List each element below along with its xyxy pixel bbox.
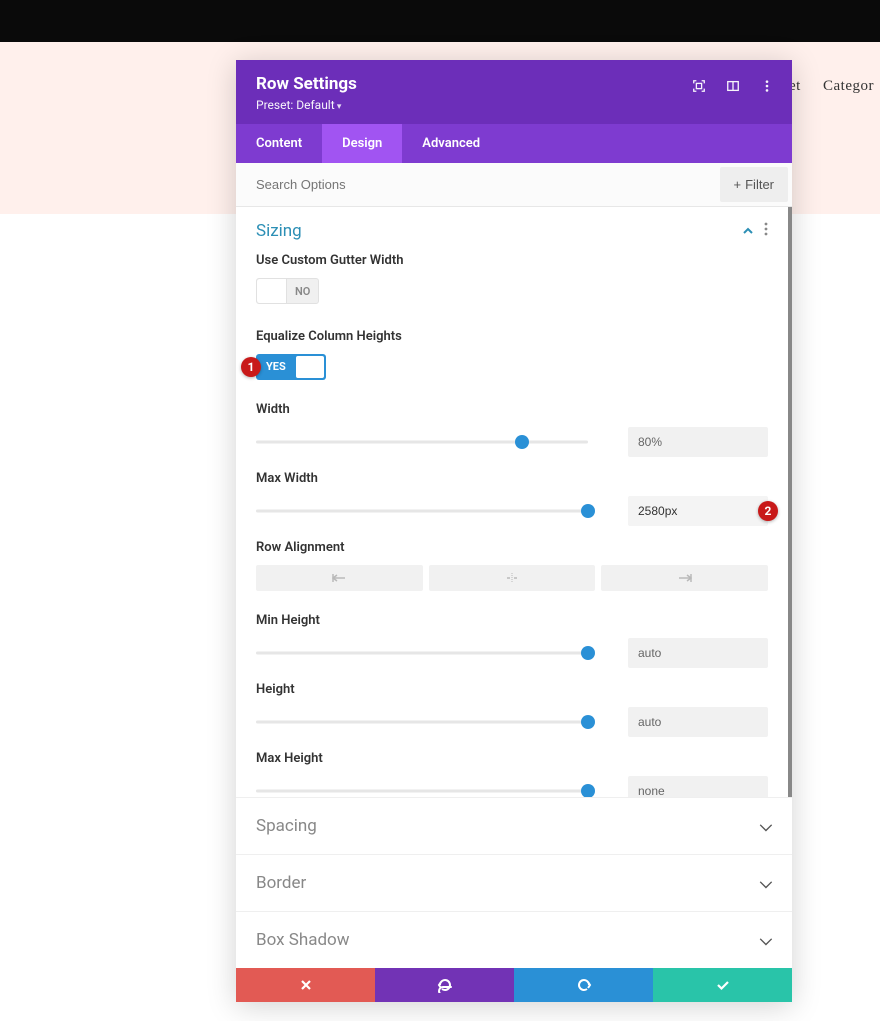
slider-thumb[interactable] [581, 715, 595, 729]
annotation-badge-2: 2 [758, 501, 778, 521]
height-slider[interactable] [256, 712, 588, 732]
equalize-toggle[interactable]: YES [256, 354, 326, 380]
annotation-badge-1: 1 [241, 357, 261, 377]
redo-button[interactable] [514, 968, 653, 1002]
search-input[interactable] [236, 163, 716, 206]
align-left-button[interactable] [256, 565, 423, 591]
check-icon [715, 977, 731, 993]
row-settings-modal: Row Settings Preset: Default Content Des… [236, 60, 792, 1002]
expand-icon[interactable] [692, 78, 706, 92]
maxheight-label: Max Height [256, 751, 768, 766]
section-boxshadow[interactable]: Box Shadow [236, 911, 792, 968]
slider-thumb[interactable] [581, 646, 595, 660]
tabs: Content Design Advanced [236, 124, 792, 163]
plus-icon: + [734, 177, 742, 192]
toggle-off-label: NO [287, 279, 318, 303]
section-menu-icon[interactable] [764, 222, 768, 240]
preset-dropdown[interactable]: Preset: Default [256, 98, 772, 112]
width-label: Width [256, 402, 768, 417]
maxheight-slider[interactable] [256, 781, 588, 797]
section-title-boxshadow: Box Shadow [256, 930, 350, 950]
align-center-button[interactable] [429, 565, 596, 591]
chevron-down-icon [760, 873, 772, 893]
width-slider[interactable] [256, 432, 588, 452]
tab-design[interactable]: Design [322, 124, 402, 163]
settings-body[interactable]: Sizing Use Custom Gutter Width NO Equali… [236, 207, 792, 797]
chevron-down-icon [760, 816, 772, 836]
modal-footer [236, 968, 792, 1002]
columns-icon[interactable] [726, 78, 740, 92]
redo-icon [576, 977, 592, 993]
collapse-icon[interactable] [742, 222, 754, 241]
row-alignment-group [256, 565, 768, 591]
slider-thumb[interactable] [581, 504, 595, 518]
maxheight-value-input[interactable] [628, 776, 768, 797]
slider-thumb[interactable] [515, 435, 529, 449]
section-title-border: Border [256, 873, 306, 893]
close-icon [299, 978, 313, 992]
maxwidth-slider[interactable] [256, 501, 588, 521]
section-title-sizing[interactable]: Sizing [256, 221, 302, 241]
align-right-button[interactable] [601, 565, 768, 591]
maxwidth-label: Max Width [256, 471, 768, 486]
search-row: + Filter [236, 163, 792, 207]
section-border[interactable]: Border [236, 854, 792, 911]
cancel-button[interactable] [236, 968, 375, 1002]
width-value-input[interactable] [628, 427, 768, 457]
minheight-value-input[interactable] [628, 638, 768, 668]
page-topbar [0, 0, 880, 42]
height-value-input[interactable] [628, 707, 768, 737]
bg-nav-item[interactable]: Categor [823, 78, 874, 94]
tab-advanced[interactable]: Advanced [402, 124, 500, 163]
slider-thumb[interactable] [581, 784, 595, 797]
filter-button[interactable]: + Filter [720, 167, 788, 202]
minheight-slider[interactable] [256, 643, 588, 663]
tab-content[interactable]: Content [236, 124, 322, 163]
save-button[interactable] [653, 968, 792, 1002]
section-spacing[interactable]: Spacing [236, 797, 792, 854]
chevron-down-icon [760, 930, 772, 950]
equalize-label: Equalize Column Heights [256, 329, 768, 344]
gutter-width-toggle[interactable]: NO [256, 278, 319, 304]
toggle-on-label: YES [256, 354, 294, 380]
undo-icon [437, 977, 453, 993]
rowalign-label: Row Alignment [256, 540, 768, 555]
undo-button[interactable] [375, 968, 514, 1002]
toggle-handle [257, 279, 287, 303]
section-title-spacing: Spacing [256, 816, 317, 836]
toggle-handle [296, 356, 324, 378]
height-label: Height [256, 682, 768, 697]
modal-header: Row Settings Preset: Default [236, 60, 792, 124]
section-sizing: Sizing Use Custom Gutter Width NO Equali… [236, 207, 788, 797]
kebab-menu-icon[interactable] [760, 78, 774, 92]
filter-label: Filter [745, 177, 774, 192]
gutter-width-label: Use Custom Gutter Width [256, 253, 768, 268]
minheight-label: Min Height [256, 613, 768, 628]
maxwidth-value-input[interactable] [628, 496, 768, 526]
